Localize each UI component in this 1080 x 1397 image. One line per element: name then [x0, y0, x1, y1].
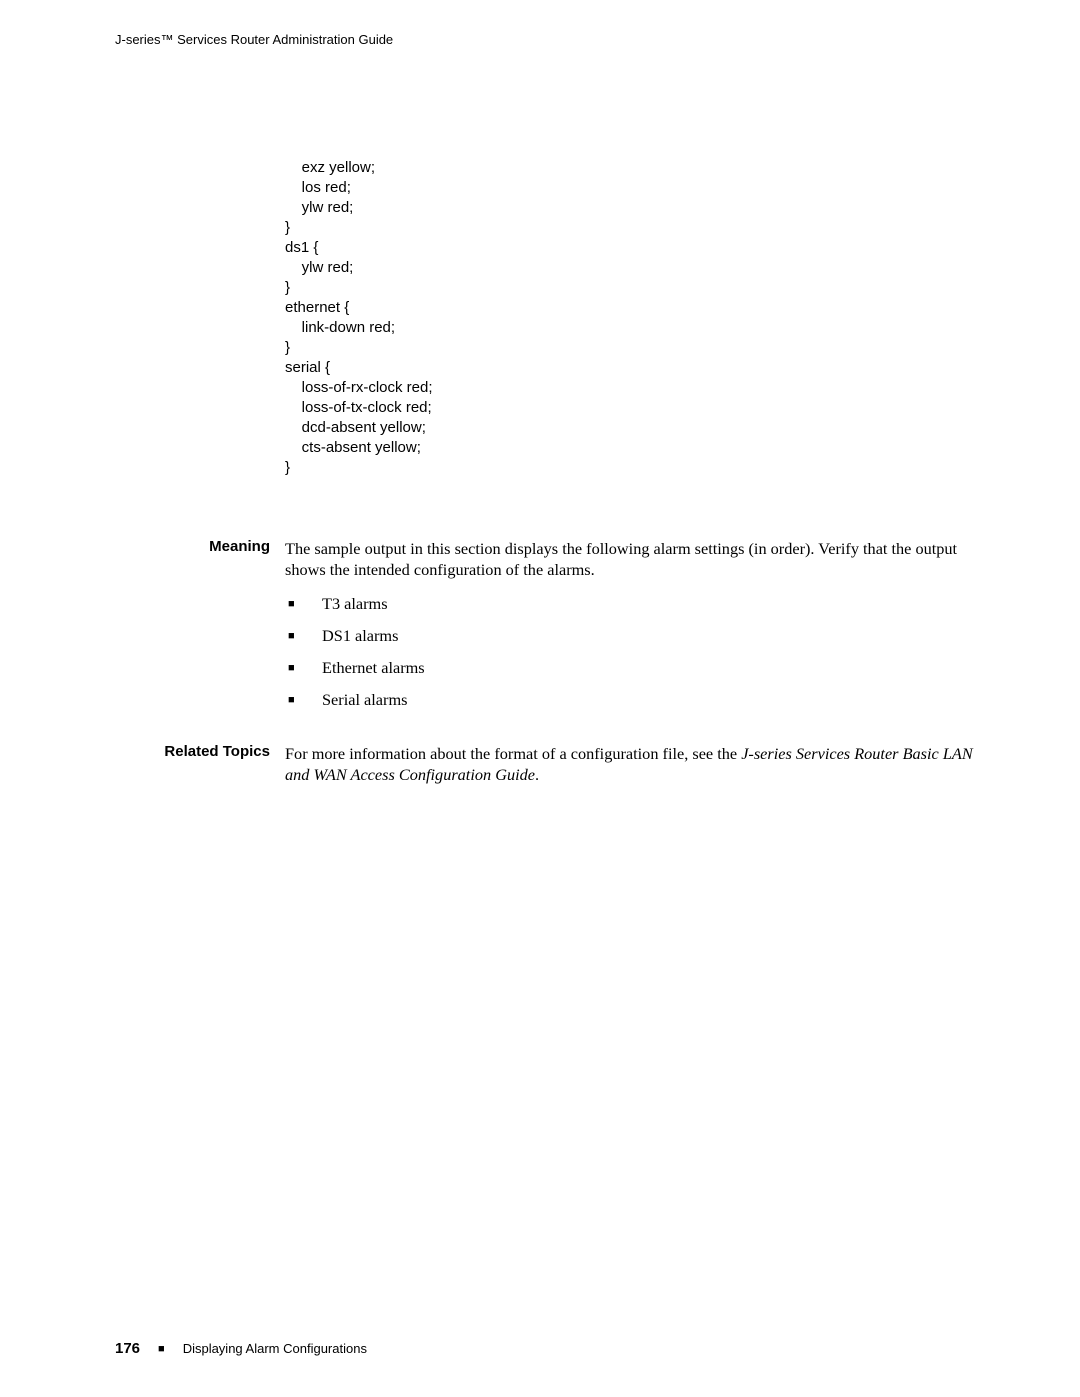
list-item-label: DS1 alarms: [322, 620, 398, 652]
related-body-suffix: .: [535, 765, 539, 784]
square-bullet-icon: ■: [158, 1343, 165, 1355]
page-number: 176: [115, 1340, 140, 1357]
meaning-label: Meaning: [115, 538, 270, 555]
related-topics-body: For more information about the format of…: [285, 743, 975, 785]
list-item-label: Ethernet alarms: [322, 652, 425, 684]
running-header: J-series™ Services Router Administration…: [115, 32, 393, 47]
config-code-block: exz yellow; los red; ylw red; } ds1 { yl…: [285, 158, 433, 478]
list-item: ■ Ethernet alarms: [288, 652, 425, 684]
square-bullet-icon: ■: [288, 620, 322, 652]
square-bullet-icon: ■: [288, 684, 322, 716]
list-item: ■ Serial alarms: [288, 684, 425, 716]
related-body-prefix: For more information about the format of…: [285, 744, 741, 763]
alarm-list: ■ T3 alarms ■ DS1 alarms ■ Ethernet alar…: [288, 588, 425, 716]
meaning-body: The sample output in this section displa…: [285, 538, 975, 580]
list-item: ■ T3 alarms: [288, 588, 425, 620]
square-bullet-icon: ■: [288, 588, 322, 620]
page: J-series™ Services Router Administration…: [0, 0, 1080, 1397]
square-bullet-icon: ■: [288, 652, 322, 684]
list-item-label: Serial alarms: [322, 684, 407, 716]
list-item: ■ DS1 alarms: [288, 620, 425, 652]
related-topics-label: Related Topics: [115, 743, 270, 760]
list-item-label: T3 alarms: [322, 588, 388, 620]
page-footer: 176 ■ Displaying Alarm Configurations: [115, 1340, 367, 1357]
footer-section-title: Displaying Alarm Configurations: [183, 1341, 367, 1356]
